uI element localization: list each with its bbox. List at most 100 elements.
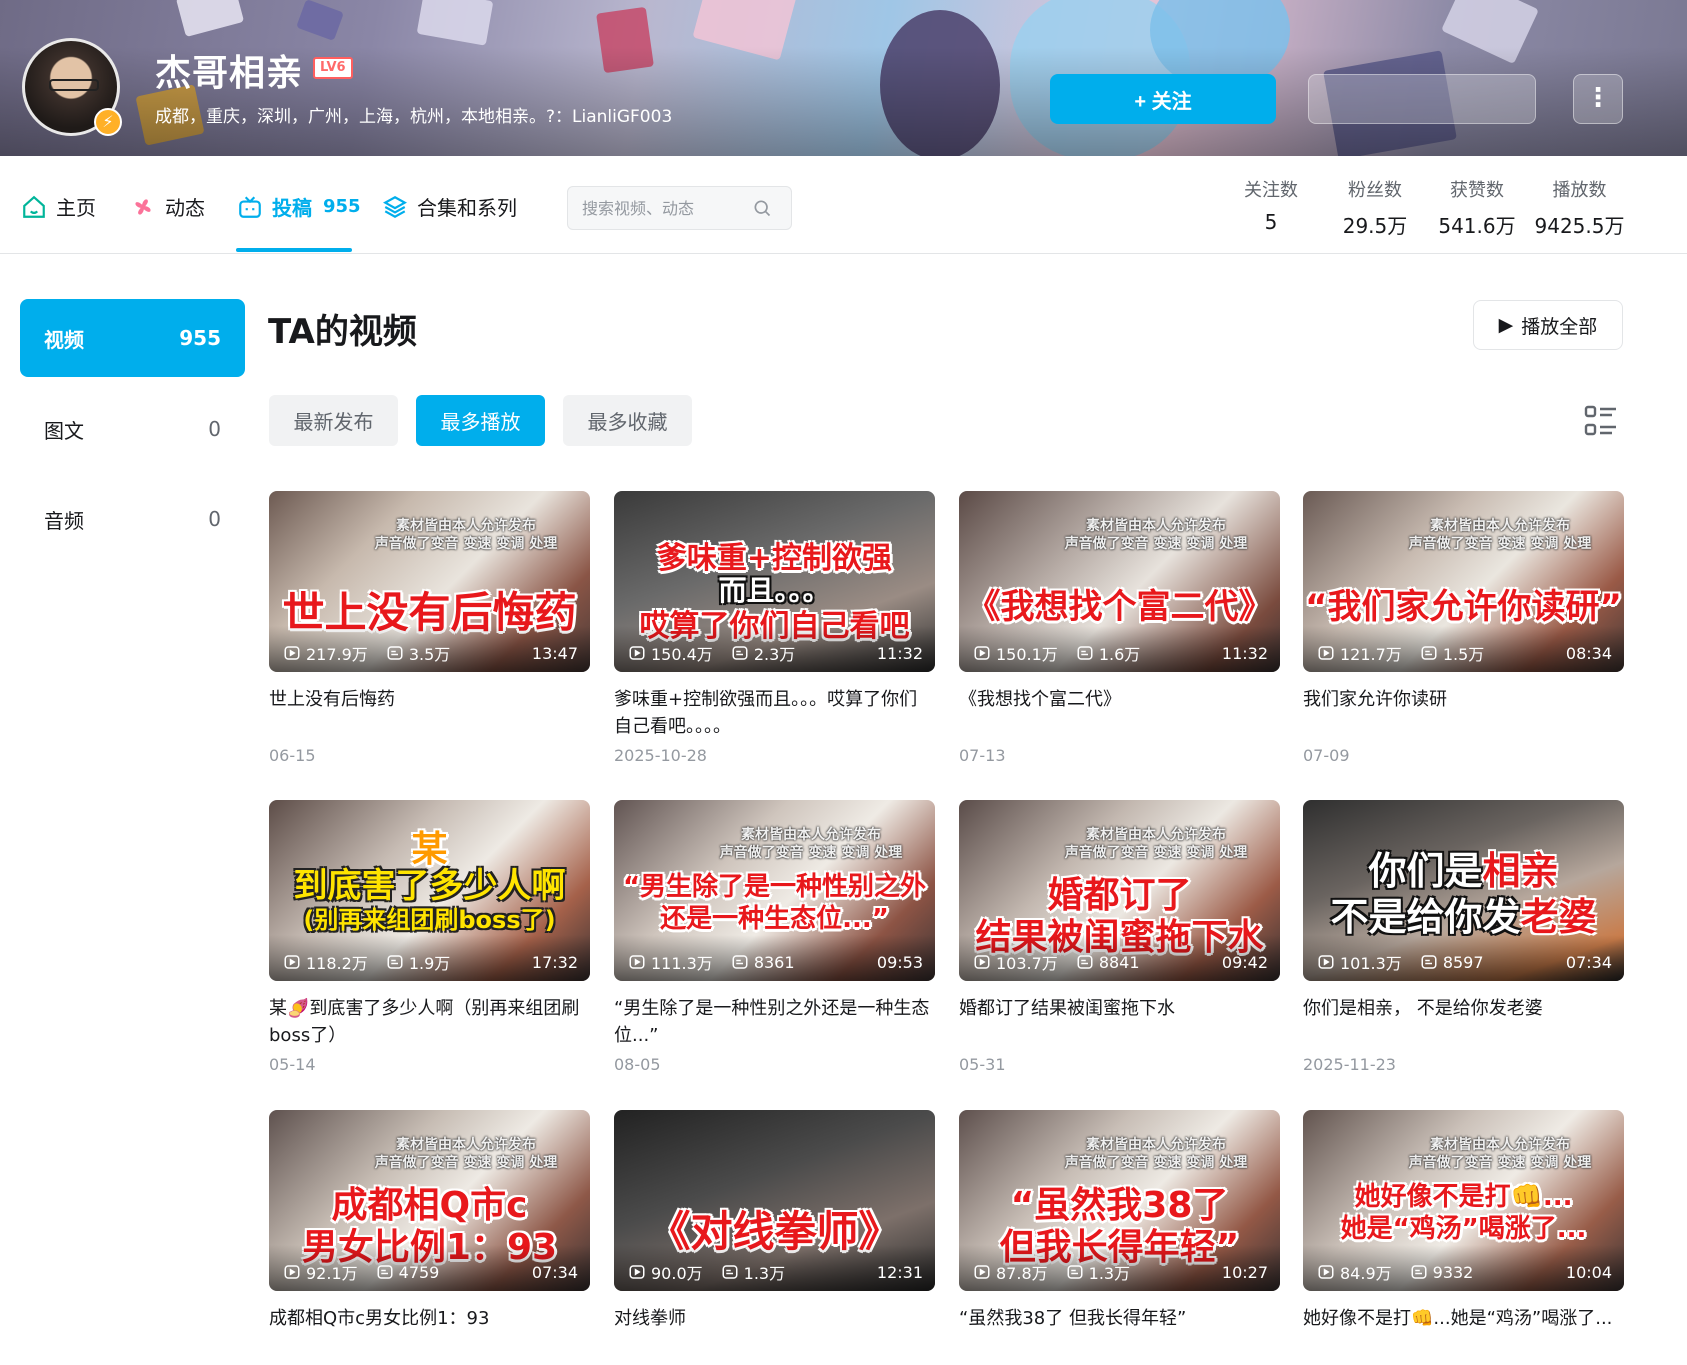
tab-posts[interactable]: 投稿 955 xyxy=(237,192,361,221)
video-card[interactable]: 素材皆由本人允许发布 声音做了变音 变速 变调 处理 世上没有后悔药 217.9… xyxy=(269,491,590,765)
tab-collections[interactable]: 合集和系列 xyxy=(382,192,517,221)
video-meta: 217.9万 3.5万 13:47 xyxy=(283,641,578,665)
message-button[interactable] xyxy=(1308,74,1536,124)
play-count-icon xyxy=(1318,1265,1334,1279)
video-duration: 07:34 xyxy=(1565,952,1612,972)
search-input[interactable] xyxy=(582,198,752,218)
play-count-icon xyxy=(974,646,990,660)
stat-following[interactable]: 关注数 5 xyxy=(1236,176,1306,234)
lightning-icon: ⚡ xyxy=(94,108,122,136)
tab-home[interactable]: 主页 xyxy=(21,192,96,221)
danmaku-count: 1.3万 xyxy=(1088,1264,1131,1283)
video-title[interactable]: 《我想找个富二代》 xyxy=(959,686,1280,740)
play-icon: ▶ xyxy=(1498,314,1514,336)
video-title[interactable]: “男生除了是一种性别之外还是一种生态位...” xyxy=(614,995,935,1049)
video-card[interactable]: 素材皆由本人允许发布 声音做了变音 变速 变调 处理 婚都订了结果被闺蜜拖下水 … xyxy=(959,800,1280,1074)
more-vertical-icon[interactable]: ⋮ xyxy=(1573,74,1623,124)
video-title[interactable]: “虽然我38了 但我长得年轻” xyxy=(959,1305,1280,1359)
video-thumbnail[interactable]: 素材皆由本人允许发布 声音做了变音 变速 变调 处理 婚都订了结果被闺蜜拖下水 … xyxy=(959,800,1280,981)
play-all-button[interactable]: ▶ 播放全部 xyxy=(1473,300,1623,350)
danmaku-count: 4759 xyxy=(398,1262,440,1282)
video-meta: 118.2万 1.9万 17:32 xyxy=(283,950,578,974)
play-count-icon xyxy=(1318,646,1334,660)
thumb-caption: 《我想找个富二代》 xyxy=(966,587,1273,627)
video-card[interactable]: 素材皆由本人允许发布 声音做了变音 变速 变调 处理 “男生除了是一种性别之外还… xyxy=(614,800,935,1074)
thumb-watermark: 素材皆由本人允许发布 声音做了变音 变速 变调 处理 xyxy=(1408,1137,1592,1171)
video-title[interactable]: 对线拳师 xyxy=(614,1305,935,1359)
video-title[interactable]: 婚都订了结果被闺蜜拖下水 xyxy=(959,995,1280,1049)
layers-icon xyxy=(383,195,407,218)
play-count-icon xyxy=(284,955,300,969)
sort-most-favorited[interactable]: 最多收藏 xyxy=(563,395,692,446)
play-count: 217.9万 xyxy=(306,645,368,664)
video-title[interactable]: 世上没有后悔药 xyxy=(269,686,590,740)
video-date: 06-15 xyxy=(269,746,316,765)
video-title[interactable]: 某🍠到底害了多少人啊（别再来组团刷boss了） xyxy=(269,995,590,1049)
video-date: 08-05 xyxy=(614,1055,661,1074)
video-thumbnail[interactable]: 素材皆由本人允许发布 声音做了变音 变速 变调 处理 她好像不是打👊... 她是“… xyxy=(1303,1110,1624,1291)
video-thumbnail[interactable]: 爹味重+控制欲强 而且。。。 哎算了你们自己看吧 150.4万 2.3万 11:… xyxy=(614,491,935,672)
video-title[interactable]: 你们是相亲， 不是给你发老婆 xyxy=(1303,995,1624,1049)
video-card[interactable]: 素材皆由本人允许发布 声音做了变音 变速 变调 处理 她好像不是打👊... 她是“… xyxy=(1303,1110,1624,1365)
danmaku-icon xyxy=(1411,1265,1427,1279)
search-icon[interactable] xyxy=(752,198,772,218)
video-meta: 103.7万 8841 09:42 xyxy=(973,950,1268,974)
danmaku-count: 1.5万 xyxy=(1442,645,1485,664)
danmaku-icon xyxy=(732,955,748,969)
play-count-icon xyxy=(974,955,990,969)
danmaku-count: 1.6万 xyxy=(1098,645,1141,664)
video-thumbnail[interactable]: 《对线拳师》 90.0万 1.3万 12:31 xyxy=(614,1110,935,1291)
danmaku-count: 2.3万 xyxy=(753,645,796,664)
video-title[interactable]: 她好像不是打👊...她是“鸡汤”喝涨了... xyxy=(1303,1305,1624,1359)
video-duration: 12:31 xyxy=(876,1262,923,1282)
video-card[interactable]: 爹味重+控制欲强 而且。。。 哎算了你们自己看吧 150.4万 2.3万 11:… xyxy=(614,491,935,765)
video-date: 2025-11-23 xyxy=(1303,1055,1396,1074)
video-card[interactable]: 素材皆由本人允许发布 声音做了变音 变速 变调 处理 “虽然我38了但我长得年轻… xyxy=(959,1110,1280,1365)
sidebar-item-audio[interactable]: 音频 0 xyxy=(20,480,245,558)
video-thumbnail[interactable]: 素材皆由本人允许发布 声音做了变音 变速 变调 处理 成都相Q市c男女比例1：9… xyxy=(269,1110,590,1291)
video-card[interactable]: 《对线拳师》 90.0万 1.3万 12:31 对线拳师 xyxy=(614,1110,935,1365)
video-title[interactable]: 成都相Q市c男女比例1：93 xyxy=(269,1305,590,1359)
play-count: 84.9万 xyxy=(1340,1264,1392,1283)
list-view-icon[interactable] xyxy=(1584,404,1618,438)
video-title[interactable]: 我们家允许你读研 xyxy=(1303,686,1624,740)
search-box[interactable] xyxy=(567,186,792,230)
tab-dynamic[interactable]: 动态 xyxy=(130,192,205,221)
danmaku-icon xyxy=(377,1265,393,1279)
thumb-caption: 不是给你发老婆 xyxy=(1330,895,1597,939)
video-thumbnail[interactable]: 素材皆由本人允许发布 声音做了变音 变速 变调 处理 世上没有后悔药 217.9… xyxy=(269,491,590,672)
thumb-watermark: 素材皆由本人允许发布 声音做了变音 变速 变调 处理 xyxy=(719,827,903,861)
video-card[interactable]: 素材皆由本人允许发布 声音做了变音 变速 变调 处理 “我们家允许你读研” 12… xyxy=(1303,491,1624,765)
user-sign: 成都，重庆，深圳，广州，上海，杭州，本地相亲。?：LianliGF003 xyxy=(155,107,673,127)
danmaku-icon xyxy=(1077,646,1093,660)
username: 杰哥相亲 xyxy=(155,53,304,94)
thumb-watermark: 素材皆由本人允许发布 声音做了变音 变速 变调 处理 xyxy=(374,1137,558,1171)
video-thumbnail[interactable]: 素材皆由本人允许发布 声音做了变音 变速 变调 处理 《我想找个富二代》 150… xyxy=(959,491,1280,672)
danmaku-count: 8361 xyxy=(753,952,795,972)
danmaku-count: 8841 xyxy=(1098,952,1140,972)
video-thumbnail[interactable]: 素材皆由本人允许发布 声音做了变音 变速 变调 处理 “虽然我38了但我长得年轻… xyxy=(959,1110,1280,1291)
thumb-watermark: 素材皆由本人允许发布 声音做了变音 变速 变调 处理 xyxy=(1064,1137,1248,1171)
video-title[interactable]: 爹味重+控制欲强而且。。。哎算了你们自己看吧。。。。 xyxy=(614,686,935,740)
video-card[interactable]: 素材皆由本人允许发布 声音做了变音 变速 变调 处理 《我想找个富二代》 150… xyxy=(959,491,1280,765)
danmaku-icon xyxy=(1421,646,1437,660)
video-meta: 121.7万 1.5万 08:34 xyxy=(1317,641,1612,665)
video-thumbnail[interactable]: 某 到底害了多少人啊 (别再来组团刷boss了) 118.2万 1.9万 17:… xyxy=(269,800,590,981)
sort-most-played[interactable]: 最多播放 xyxy=(416,395,545,446)
danmaku-count: 3.5万 xyxy=(408,645,451,664)
sidebar-item-article[interactable]: 图文 0 xyxy=(20,390,245,468)
video-thumbnail[interactable]: 素材皆由本人允许发布 声音做了变音 变速 变调 处理 “我们家允许你读研” 12… xyxy=(1303,491,1624,672)
stat-plays: 播放数 9425.5万 xyxy=(1534,180,1625,238)
follow-button[interactable]: + 关注 xyxy=(1050,74,1276,124)
video-thumbnail[interactable]: 素材皆由本人允许发布 声音做了变音 变速 变调 处理 “男生除了是一种性别之外还… xyxy=(614,800,935,981)
video-card[interactable]: 素材皆由本人允许发布 声音做了变音 变速 变调 处理 成都相Q市c男女比例1：9… xyxy=(269,1110,590,1365)
sidebar-item-video[interactable]: 视频 955 xyxy=(20,299,245,377)
video-thumbnail[interactable]: 你们是相亲 不是给你发老婆 101.3万 8597 07:34 xyxy=(1303,800,1624,981)
stat-fans[interactable]: 粉丝数 29.5万 xyxy=(1335,176,1415,239)
video-card[interactable]: 你们是相亲 不是给你发老婆 101.3万 8597 07:34 你们是相亲， 不… xyxy=(1303,800,1624,1074)
video-duration: 07:34 xyxy=(531,1262,578,1282)
page-title: TA的视频 xyxy=(268,312,417,352)
sort-newest[interactable]: 最新发布 xyxy=(269,395,398,446)
video-date: 05-14 xyxy=(269,1055,316,1074)
video-card[interactable]: 某 到底害了多少人啊 (别再来组团刷boss了) 118.2万 1.9万 17:… xyxy=(269,800,590,1074)
